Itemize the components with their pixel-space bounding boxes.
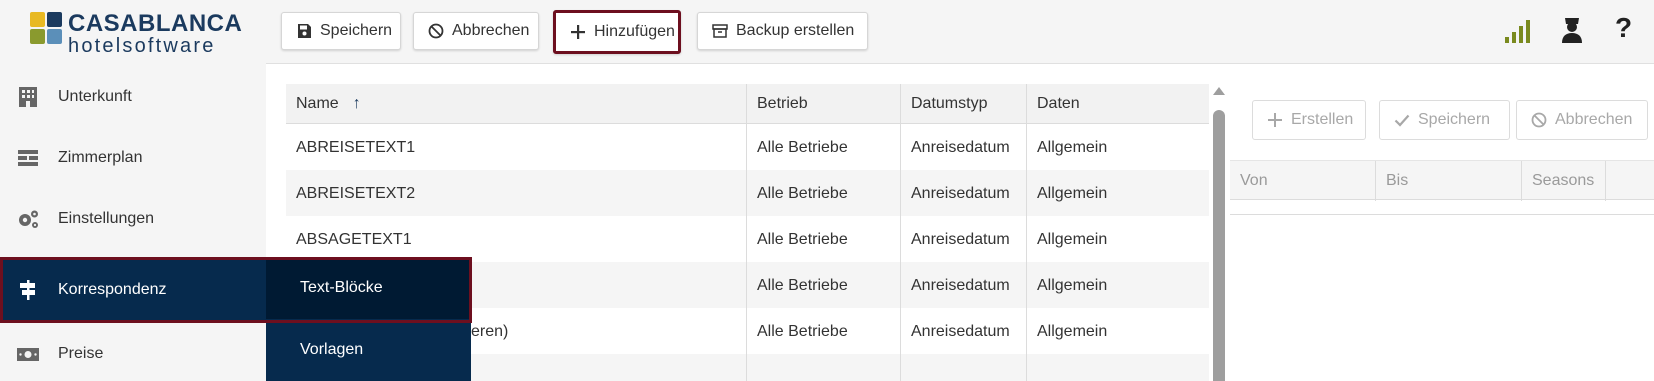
ban-icon: [1531, 112, 1547, 128]
backup-button-label: Backup erstellen: [736, 22, 855, 39]
sidebar-item-unterkunft[interactable]: Unterkunft: [0, 65, 266, 129]
toolbar: Speichern Abbrechen Hinzufügen Backup er…: [266, 0, 1654, 64]
seasons-table-header: Von Bis Seasons: [1230, 160, 1654, 201]
add-button-label: Hinzufügen: [594, 23, 675, 40]
sidebar-item-preise[interactable]: Preise: [0, 322, 266, 381]
seasons-panel: Erstellen Speichern Abbrechen Von Bis Se…: [1230, 84, 1654, 381]
sidebar-item-label: Einstellungen: [58, 210, 155, 227]
cancel-button[interactable]: Abbrechen: [413, 12, 539, 50]
cell-datumstyp: Anreisedatum: [901, 170, 1027, 217]
panel-cancel-button[interactable]: Abbrechen: [1516, 100, 1648, 140]
money-icon: [17, 348, 39, 361]
user-icon[interactable]: [1560, 16, 1584, 44]
column-header-von[interactable]: Von: [1230, 161, 1376, 201]
scroll-thumb[interactable]: [1213, 110, 1225, 381]
sidebar-item-label: Korrespondenz: [58, 281, 167, 298]
table-scrollbar[interactable]: [1212, 84, 1226, 381]
backup-button[interactable]: Backup erstellen: [697, 12, 868, 50]
cell-betrieb: Alle Betriebe: [747, 170, 901, 217]
cell-daten: [1027, 354, 1209, 381]
create-button-label: Erstellen: [1291, 111, 1354, 128]
cell-name: ABSAGETEXT1: [286, 216, 747, 263]
logo-subtitle: hotelsoftware: [68, 35, 216, 57]
cell-betrieb: Alle Betriebe: [747, 124, 901, 171]
help-icon[interactable]: ?: [1615, 12, 1637, 44]
room-plan-icon: [18, 150, 38, 166]
plus-icon: [571, 25, 585, 39]
logo-square-blue: [47, 12, 62, 27]
table-row[interactable]: ABREISETEXT2 Alle Betriebe Anreisedatum …: [286, 170, 1209, 218]
panel-save-button-label: Speichern: [1418, 111, 1491, 128]
sidebar-item-korrespondenz[interactable]: Korrespondenz: [0, 258, 266, 322]
cell-name: ABREISETEXT1: [286, 124, 747, 171]
seasons-table-divider: [1230, 214, 1654, 215]
add-button[interactable]: Hinzufügen: [553, 10, 681, 54]
signpost-icon: [20, 280, 35, 300]
logo-square-yellow: [30, 12, 45, 27]
logo-mark: [30, 12, 64, 50]
cell-betrieb: [747, 354, 901, 381]
logo-title: CASABLANCA: [68, 10, 243, 37]
cell-daten: Allgemein: [1037, 184, 1108, 202]
submenu-item-label: Text-Blöcke: [300, 279, 383, 296]
cell-daten: Allgemein: [1037, 276, 1108, 294]
save-button-label: Speichern: [320, 22, 393, 39]
cell-betrieb: Alle Betriebe: [747, 308, 901, 355]
submenu-item-text-bloecke[interactable]: Text-Blöcke: [266, 257, 471, 319]
cell-name: ABREISETEXT2: [286, 170, 747, 217]
sidebar-item-zimmerplan[interactable]: Zimmerplan: [0, 126, 266, 190]
cancel-button-label: Abbrechen: [452, 22, 530, 39]
save-icon: [298, 24, 311, 38]
table-row[interactable]: ABREISETEXT1 Alle Betriebe Anreisedatum …: [286, 124, 1209, 172]
sidebar: CASABLANCA hotelsoftware Unterkunft Zimm…: [0, 0, 266, 381]
sidebar-item-label: Preise: [58, 345, 104, 362]
check-icon: [1394, 114, 1410, 127]
logo-square-green: [30, 29, 45, 44]
create-button[interactable]: Erstellen: [1252, 100, 1366, 140]
panel-save-button[interactable]: Speichern: [1379, 100, 1510, 140]
logo: CASABLANCA hotelsoftware: [30, 10, 260, 57]
cell-daten: Allgemein: [1037, 230, 1108, 248]
column-header-daten[interactable]: Daten: [1027, 84, 1209, 123]
cell-datumstyp: Anreisedatum: [901, 216, 1027, 263]
submenu-item-label: Vorlagen: [300, 341, 364, 358]
gears-icon: [19, 210, 38, 228]
panel-cancel-button-label: Abbrechen: [1555, 111, 1633, 128]
archive-icon: [712, 24, 728, 38]
cell-datumstyp: [901, 354, 1027, 381]
cell-daten: Allgemein: [1037, 138, 1108, 156]
table-header: Name ↑ Betrieb Datumstyp Daten: [286, 84, 1209, 124]
submenu-item-vorlagen[interactable]: Vorlagen: [266, 319, 471, 381]
save-button[interactable]: Speichern: [281, 12, 401, 50]
app-window: CASABLANCA hotelsoftware Unterkunft Zimm…: [0, 0, 1654, 381]
sort-asc-icon: ↑: [352, 94, 361, 112]
sidebar-item-einstellungen[interactable]: Einstellungen: [0, 187, 266, 251]
cell-daten: Allgemein: [1037, 322, 1108, 340]
logo-square-lightblue: [47, 29, 62, 44]
ban-icon: [428, 23, 444, 39]
column-header-bis[interactable]: Bis: [1376, 161, 1522, 201]
cell-datumstyp: Anreisedatum: [901, 124, 1027, 171]
plus-icon: [1268, 113, 1282, 127]
cell-betrieb: Alle Betriebe: [747, 262, 901, 309]
column-header-datumstyp[interactable]: Datumstyp: [901, 84, 1027, 123]
sidebar-item-label: Unterkunft: [58, 88, 132, 105]
signal-icon[interactable]: [1504, 16, 1530, 44]
scroll-up-arrow-icon[interactable]: [1212, 84, 1226, 98]
building-icon: [19, 87, 37, 107]
column-header-name[interactable]: Name ↑: [286, 84, 747, 123]
cell-datumstyp: Anreisedatum: [901, 308, 1027, 355]
cell-datumstyp: Anreisedatum: [901, 262, 1027, 309]
column-header-seasons[interactable]: Seasons: [1522, 161, 1606, 201]
cell-betrieb: Alle Betriebe: [747, 216, 901, 263]
column-header-betrieb[interactable]: Betrieb: [747, 84, 901, 123]
korrespondenz-submenu: Text-Blöcke Vorlagen: [266, 257, 471, 381]
sidebar-item-label: Zimmerplan: [58, 149, 143, 166]
